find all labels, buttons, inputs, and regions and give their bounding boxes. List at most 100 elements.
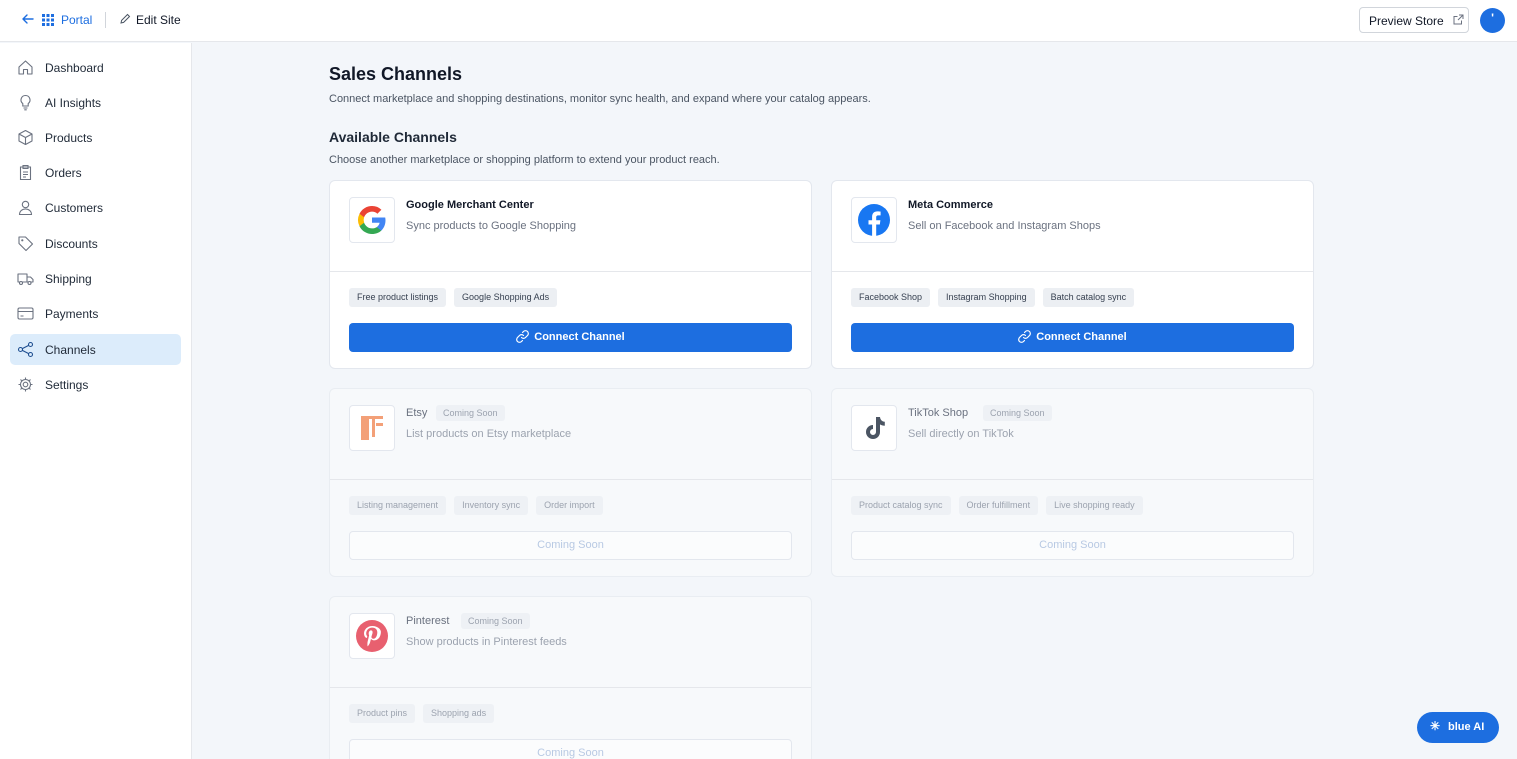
feature-tags: Product pins Shopping ads [349, 704, 495, 723]
sidebar-item-label: Dashboard [45, 61, 104, 75]
google-logo-icon [358, 205, 386, 234]
feature-tag: Free product listings [349, 288, 447, 307]
sidebar-item-settings[interactable]: Settings [10, 369, 181, 400]
channel-description: Sell on Facebook and Instagram Shops [908, 220, 1101, 232]
sidebar-item-label: Orders [45, 166, 82, 180]
sidebar-item-discounts[interactable]: Discounts [10, 228, 181, 259]
feature-tag: Product pins [349, 704, 416, 723]
channel-card-meta: Meta Commerce Sell on Facebook and Insta… [831, 180, 1314, 369]
feature-tag: Order import [536, 496, 603, 515]
coming-soon-button: Coming Soon [349, 531, 792, 560]
connect-channel-button[interactable]: Connect Channel [349, 323, 792, 352]
channel-name: Etsy [406, 407, 428, 419]
feature-tags: Free product listings Google Shopping Ad… [349, 288, 558, 307]
avatar[interactable]: ' [1480, 8, 1505, 33]
feature-tag: Listing management [349, 496, 447, 515]
pencil-icon [120, 13, 131, 24]
coming-soon-button: Coming Soon [349, 739, 792, 759]
sidebar-item-label: Customers [45, 201, 104, 215]
preview-store-button[interactable]: Preview Store [1359, 7, 1469, 33]
sparkle-icon: ✳ [1430, 719, 1441, 733]
channel-description: Sync products to Google Shopping [406, 220, 577, 232]
channel-description: List products on Etsy marketplace [406, 428, 572, 440]
sidebar-item-customers[interactable]: Customers [10, 192, 181, 223]
channel-card-google: Google Merchant Center Sync products to … [329, 180, 812, 369]
divider [330, 271, 811, 272]
coming-soon-badge: Coming Soon [983, 405, 1052, 421]
etsy-logo-icon [361, 416, 383, 440]
feature-tags: Facebook Shop Instagram Shopping Batch c… [851, 288, 1135, 307]
sidebar-item-shipping[interactable]: Shipping [10, 263, 181, 294]
channel-card-tiktok: TikTok Shop Coming Soon Sell directly on… [831, 388, 1314, 577]
clipboard-icon [19, 164, 32, 181]
connect-channel-content: Connect Channel [349, 330, 792, 343]
sidebar-item-orders[interactable]: Orders [10, 157, 181, 188]
facebook-logo-icon [858, 204, 890, 236]
connect-channel-content: Connect Channel [851, 330, 1294, 343]
sidebar-item-label: Settings [45, 378, 89, 392]
sidebar-item-label: Shipping [45, 272, 92, 286]
sidebar-item-ai-insights[interactable]: AI Insights [10, 87, 181, 118]
edit-site-link[interactable]: Edit Site [136, 13, 181, 27]
blue-ai-label: blue AI [1448, 721, 1485, 733]
feature-tag: Google Shopping Ads [454, 288, 558, 307]
divider [105, 12, 106, 28]
channel-name: Meta Commerce [908, 199, 993, 211]
coming-soon-badge: Coming Soon [461, 613, 530, 629]
feature-tag: Inventory sync [454, 496, 529, 515]
sidebar-item-label: Discounts [45, 237, 98, 251]
coming-soon-button: Coming Soon [851, 531, 1294, 560]
section-subtitle: Choose another marketplace or shopping p… [329, 154, 720, 166]
feature-tag: Shopping ads [423, 704, 495, 723]
sidebar-item-products[interactable]: Products [10, 122, 181, 153]
sidebar: Dashboard AI Insights Products Orders Cu… [0, 43, 192, 759]
page-subtitle: Connect marketplace and shopping destina… [329, 93, 871, 105]
channel-name: Pinterest [406, 615, 450, 627]
feature-tag: Instagram Shopping [938, 288, 1035, 307]
sidebar-item-payments[interactable]: Payments [10, 298, 181, 329]
channel-card-etsy: Etsy Coming Soon List products on Etsy m… [329, 388, 812, 577]
home-icon [18, 60, 33, 75]
box-icon [18, 129, 33, 146]
top-bar: Portal Edit Site Preview Store ' [0, 0, 1517, 42]
channel-description: Show products in Pinterest feeds [406, 636, 567, 648]
channel-name: TikTok Shop [908, 407, 969, 419]
sidebar-item-dashboard[interactable]: Dashboard [10, 52, 181, 83]
sidebar-item-label: AI Insights [45, 96, 102, 110]
blue-ai-button[interactable]: ✳ blue AI [1417, 712, 1499, 743]
channel-logo [349, 613, 395, 659]
gear-icon [18, 377, 33, 392]
connect-channel-button[interactable]: Connect Channel [851, 323, 1294, 352]
coming-soon-badge: Coming Soon [436, 405, 505, 421]
channel-name: Google Merchant Center [406, 199, 534, 211]
channel-description: Sell directly on TikTok [908, 428, 1014, 440]
truck-icon [17, 273, 34, 286]
external-link-icon [1453, 14, 1464, 25]
apps-grid-icon[interactable] [42, 14, 54, 26]
divider [330, 687, 811, 688]
channel-logo [349, 197, 395, 243]
sidebar-item-channels[interactable]: Channels [10, 334, 181, 365]
credit-card-icon [17, 307, 34, 320]
divider [330, 479, 811, 480]
link-icon [1018, 330, 1032, 343]
back-arrow-icon[interactable] [21, 12, 35, 26]
divider [832, 479, 1313, 480]
feature-tag: Facebook Shop [851, 288, 931, 307]
connect-channel-label: Connect Channel [534, 331, 625, 343]
channel-card-pinterest: Pinterest Coming Soon Show products in P… [329, 596, 812, 759]
pinterest-logo-icon [356, 620, 388, 652]
tiktok-logo-icon [866, 417, 885, 439]
feature-tag: Live shopping ready [1046, 496, 1143, 515]
portal-link[interactable]: Portal [61, 13, 92, 27]
share-icon [17, 341, 34, 358]
divider [832, 271, 1313, 272]
channel-logo [349, 405, 395, 451]
sidebar-item-label: Payments [45, 307, 99, 321]
feature-tag: Batch catalog sync [1042, 288, 1135, 307]
sidebar-item-label: Products [45, 131, 93, 145]
feature-tags: Product catalog sync Order fulfillment L… [851, 496, 1143, 515]
connect-channel-label: Connect Channel [1036, 331, 1127, 343]
tag-icon [18, 236, 34, 252]
section-title: Available Channels [329, 129, 457, 145]
